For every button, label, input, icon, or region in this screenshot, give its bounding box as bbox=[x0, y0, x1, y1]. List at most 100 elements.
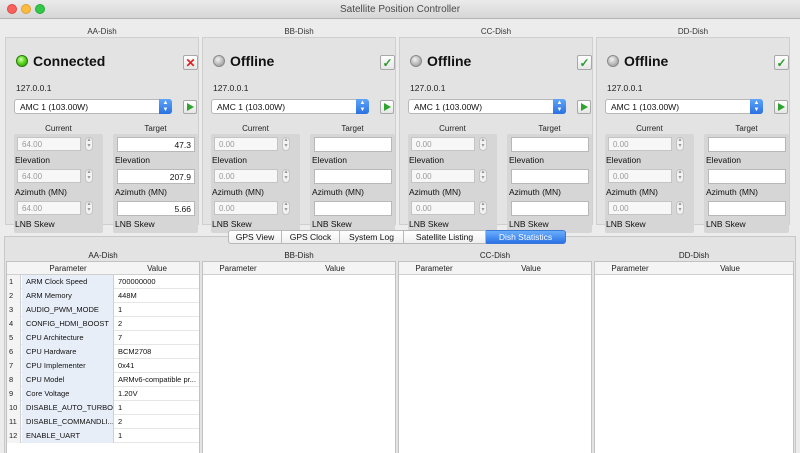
dish-name: CC-Dish bbox=[480, 27, 512, 36]
azimuth-label: Azimuth (MN) bbox=[212, 187, 264, 197]
table-row[interactable]: 10 DISABLE_AUTO_TURBO 1 bbox=[7, 401, 199, 415]
current-header: Current bbox=[439, 124, 466, 133]
tab-dish-statistics[interactable]: Dish Statistics bbox=[486, 230, 566, 244]
parameter-header[interactable]: Parameter bbox=[203, 264, 273, 273]
current-panel: 0.00 0.00 0.00 Elevation Azimuth (MN) LN… bbox=[408, 134, 497, 233]
table-row[interactable]: 11 DISABLE_COMMANDLI... 2 bbox=[7, 415, 199, 429]
disconnect-button[interactable]: ✕ bbox=[183, 55, 198, 70]
send-position-button[interactable] bbox=[183, 100, 197, 114]
value-header[interactable]: Value bbox=[469, 264, 591, 273]
select-arrows-icon: ▲ ▼ bbox=[356, 99, 369, 114]
target-lnb-skew-input[interactable] bbox=[511, 201, 589, 216]
satellite-select-value: AMC 1 (103.00W) bbox=[20, 102, 89, 112]
table-row[interactable]: 5 CPU Architecture 7 bbox=[7, 331, 199, 345]
current-elevation-stepper[interactable] bbox=[85, 136, 93, 151]
lnb-skew-label: LNB Skew bbox=[212, 219, 252, 229]
satellite-select[interactable]: AMC 1 (103.00W) ▲ ▼ bbox=[408, 99, 566, 114]
target-azimuth-input[interactable]: 207.9 bbox=[117, 169, 195, 184]
target-elevation-input[interactable] bbox=[708, 137, 786, 152]
send-position-button[interactable] bbox=[380, 100, 394, 114]
satellite-select-value: AMC 1 (103.00W) bbox=[611, 102, 680, 112]
target-lnb-skew-input[interactable]: 5.66 bbox=[117, 201, 195, 216]
satellite-select[interactable]: AMC 1 (103.00W) ▲ ▼ bbox=[605, 99, 763, 114]
current-lnb-skew-field[interactable]: 64.00 bbox=[17, 201, 81, 215]
current-lnb-skew-stepper[interactable] bbox=[282, 200, 290, 215]
parameter-header[interactable]: Parameter bbox=[595, 264, 665, 273]
tab-gps-view[interactable]: GPS View bbox=[228, 230, 282, 244]
satellite-select-value: AMC 1 (103.00W) bbox=[414, 102, 483, 112]
current-elevation-stepper[interactable] bbox=[282, 136, 290, 151]
current-lnb-skew-stepper[interactable] bbox=[676, 200, 684, 215]
tab-system-log[interactable]: System Log bbox=[340, 230, 404, 244]
current-lnb-skew-field[interactable]: 0.00 bbox=[411, 201, 475, 215]
target-lnb-skew-input[interactable] bbox=[708, 201, 786, 216]
stats-table-bb[interactable]: Parameter Value bbox=[202, 261, 396, 453]
current-azimuth-stepper[interactable] bbox=[85, 168, 93, 183]
table-row[interactable]: 6 CPU Hardware BCM2708 bbox=[7, 345, 199, 359]
current-elevation-field[interactable]: 64.00 bbox=[17, 137, 81, 151]
tab-satellite-listing[interactable]: Satellite Listing bbox=[404, 230, 486, 244]
target-elevation-input[interactable]: 47.3 bbox=[117, 137, 195, 152]
table-row[interactable]: 3 AUDIO_PWM_MODE 1 bbox=[7, 303, 199, 317]
elevation-label: Elevation bbox=[606, 155, 641, 165]
stats-table-dd[interactable]: Parameter Value bbox=[594, 261, 794, 453]
target-azimuth-input[interactable] bbox=[511, 169, 589, 184]
current-lnb-skew-field[interactable]: 0.00 bbox=[608, 201, 672, 215]
table-row[interactable]: 8 CPU Model ARMv6-compatible pr... bbox=[7, 373, 199, 387]
satellite-select[interactable]: AMC 1 (103.00W) ▲ ▼ bbox=[14, 99, 172, 114]
dish-name: BB-Dish bbox=[284, 27, 314, 36]
target-azimuth-input[interactable] bbox=[708, 169, 786, 184]
table-row[interactable]: 12 ENABLE_UART 1 bbox=[7, 429, 199, 443]
table-row[interactable]: 4 CONFIG_HDMI_BOOST 2 bbox=[7, 317, 199, 331]
current-azimuth-field[interactable]: 0.00 bbox=[411, 169, 475, 183]
connect-button[interactable]: ✓ bbox=[380, 55, 395, 70]
target-elevation-input[interactable] bbox=[511, 137, 589, 152]
table-row[interactable]: 2 ARM Memory 448M bbox=[7, 289, 199, 303]
status-text: Offline bbox=[230, 53, 275, 69]
current-panel: 0.00 0.00 0.00 Elevation Azimuth (MN) LN… bbox=[211, 134, 300, 233]
current-lnb-skew-stepper[interactable] bbox=[85, 200, 93, 215]
elevation-label: Elevation bbox=[409, 155, 444, 165]
target-azimuth-input[interactable] bbox=[314, 169, 392, 184]
satellite-select-value: AMC 1 (103.00W) bbox=[217, 102, 286, 112]
connect-button[interactable]: ✓ bbox=[774, 55, 789, 70]
current-azimuth-stepper[interactable] bbox=[676, 168, 684, 183]
azimuth-label: Azimuth (MN) bbox=[15, 187, 67, 197]
current-elevation-field[interactable]: 0.00 bbox=[411, 137, 475, 151]
current-lnb-skew-field[interactable]: 0.00 bbox=[214, 201, 278, 215]
satellite-select[interactable]: AMC 1 (103.00W) ▲ ▼ bbox=[211, 99, 369, 114]
title-bar[interactable]: Satellite Position Controller bbox=[0, 0, 800, 19]
table-row[interactable]: 9 Core Voltage 1.20V bbox=[7, 387, 199, 401]
send-position-button[interactable] bbox=[774, 100, 788, 114]
value-header[interactable]: Value bbox=[114, 264, 199, 273]
gray-led-icon bbox=[213, 55, 225, 67]
tab-bar: GPS View GPS Clock System Log Satellite … bbox=[228, 230, 566, 244]
parameter-header[interactable]: Parameter bbox=[22, 264, 114, 273]
stats-table-cc[interactable]: Parameter Value bbox=[398, 261, 592, 453]
lnb-skew-label: LNB Skew bbox=[706, 219, 746, 229]
target-lnb-skew-input[interactable] bbox=[314, 201, 392, 216]
current-elevation-stepper[interactable] bbox=[479, 136, 487, 151]
current-lnb-skew-stepper[interactable] bbox=[479, 200, 487, 215]
current-azimuth-field[interactable]: 0.00 bbox=[214, 169, 278, 183]
current-elevation-field[interactable]: 0.00 bbox=[214, 137, 278, 151]
current-azimuth-field[interactable]: 64.00 bbox=[17, 169, 81, 183]
parameter-header[interactable]: Parameter bbox=[399, 264, 469, 273]
value-header[interactable]: Value bbox=[665, 264, 793, 273]
current-elevation-stepper[interactable] bbox=[676, 136, 684, 151]
current-elevation-field[interactable]: 0.00 bbox=[608, 137, 672, 151]
current-azimuth-stepper[interactable] bbox=[282, 168, 290, 183]
table-row[interactable]: 1 ARM Clock Speed 700000000 bbox=[7, 275, 199, 289]
stats-table-aa[interactable]: Parameter Value 1 ARM Clock Speed 70000000… bbox=[6, 261, 200, 453]
connect-button[interactable]: ✓ bbox=[577, 55, 592, 70]
dish-panel-aa: AA-Dish Connected ✕ 127.0.0.1 AMC 1 (103… bbox=[5, 27, 199, 233]
current-header: Current bbox=[242, 124, 269, 133]
tab-gps-clock[interactable]: GPS Clock bbox=[282, 230, 340, 244]
value-header[interactable]: Value bbox=[273, 264, 395, 273]
target-elevation-input[interactable] bbox=[314, 137, 392, 152]
table-row[interactable]: 7 CPU Implementer 0x41 bbox=[7, 359, 199, 373]
play-icon bbox=[384, 103, 391, 111]
current-azimuth-stepper[interactable] bbox=[479, 168, 487, 183]
current-azimuth-field[interactable]: 0.00 bbox=[608, 169, 672, 183]
send-position-button[interactable] bbox=[577, 100, 591, 114]
